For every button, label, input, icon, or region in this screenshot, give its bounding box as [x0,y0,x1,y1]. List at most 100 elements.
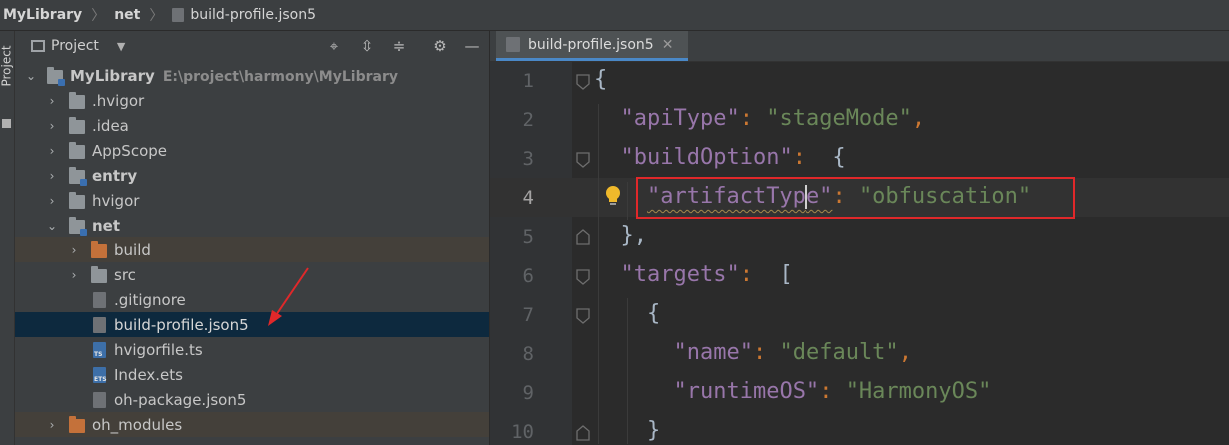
tool-window-strip: Project [0,31,15,445]
fold-marker-icon[interactable] [575,268,591,286]
close-icon[interactable]: ✕ [662,37,674,53]
tree-item-gitignore[interactable]: .gitignore [15,287,489,312]
tree-item-oh-modules[interactable]: › oh_modules [15,412,489,437]
module-folder-icon [69,167,87,186]
tree-item-label: .hvigor [92,91,145,110]
expand-all-icon[interactable]: ⇳ [357,36,377,56]
folder-icon [69,117,85,134]
tree-item-appscope[interactable]: › AppScope [15,138,489,163]
ets-file-icon: ETS [93,367,107,383]
line-number: 1 [522,70,534,92]
line-number: 3 [522,148,534,170]
tree-item-hvigor-hidden[interactable]: › .hvigor [15,88,489,113]
gitignore-file-icon [93,292,106,308]
gear-icon[interactable]: ⚙ [430,36,450,56]
tree-item-label: MyLibrary E:\project\harmony\MyLibrary [70,66,398,85]
chevron-right-icon: › [49,93,55,108]
breadcrumb-module[interactable]: net [111,7,143,23]
tree-item-src[interactable]: › src [15,262,489,287]
folder-icon [69,142,85,159]
tree-item-label: AppScope [92,141,167,160]
chevron-right-icon: › [49,193,55,208]
tree-item-label: hvigor [92,191,140,210]
tree-item-idea[interactable]: › .idea [15,113,489,138]
tree-item-build-profile[interactable]: build-profile.json5 [15,312,489,337]
json5-file-icon [93,317,106,333]
tree-item-build[interactable]: › build [15,237,489,262]
chevron-right-icon: › [71,242,77,257]
tab-build-profile[interactable]: build-profile.json5 ✕ [496,31,688,61]
code-line-7: { [646,301,661,326]
chevron-right-icon: 〉 [91,8,106,24]
tree-item-label: build [114,240,151,259]
code-line-6: "targets": [ [620,262,793,287]
tree-item-entry[interactable]: › entry [15,163,489,188]
project-tool-tab[interactable]: Project [0,45,14,86]
tree-item-label: build-profile.json5 [114,315,249,334]
tree-item-label: .idea [92,116,129,135]
minimize-icon[interactable]: — [462,36,482,56]
chevron-down-icon: ⌄ [46,218,58,233]
chevron-down-icon: ▼ [116,39,126,53]
excluded-folder-icon [91,241,107,258]
fold-marker-icon[interactable] [575,151,591,169]
chevron-right-icon: › [49,118,55,133]
line-number: 6 [522,265,534,287]
line-number: 7 [522,304,534,326]
json5-file-icon [506,37,520,52]
tree-item-label: entry [92,166,138,185]
chevron-right-icon: › [71,267,77,282]
annotation-arrow [268,267,309,326]
folder-icon [91,266,107,283]
chevron-right-icon: › [49,417,55,432]
code-line-1: { [594,67,608,92]
locate-icon[interactable]: ⌖ [324,36,344,56]
code-line-10: } [646,418,661,443]
tree-item-hvigorfile[interactable]: TS hvigorfile.ts [15,337,489,362]
chevron-down-icon: ⌄ [25,68,37,83]
code-line-3: "buildOption": { [620,145,846,170]
line-number: 5 [522,226,534,248]
folder-icon [69,192,85,209]
module-folder-icon [47,67,65,86]
tree-item-index-ets[interactable]: ETS Index.ets [15,362,489,387]
fold-marker-icon[interactable] [575,73,591,91]
chevron-right-icon: 〉 [149,8,164,24]
project-panel-header: Project ▼ [15,31,489,61]
code-line-2: "apiType": "stageMode", [620,106,926,131]
tree-item-mylibrary[interactable]: ⌄ MyLibrary E:\project\harmony\MyLibrary [15,63,489,88]
json5-file-icon [172,8,185,22]
tree-item-hvigor[interactable]: › hvigor [15,188,489,213]
folder-icon [69,92,85,109]
line-number: 8 [522,343,534,365]
tree-item-net[interactable]: ⌄ net [15,213,489,238]
tree-item-label: src [114,265,136,284]
fold-end-icon[interactable] [575,228,591,246]
tree-item-label: oh-package.json5 [114,390,247,409]
line-number: 2 [522,109,534,131]
fold-end-icon[interactable] [575,424,591,442]
collapse-all-icon[interactable]: ≑ [389,36,409,56]
typescript-file-icon: TS [93,342,106,358]
tree-item-label: .gitignore [114,290,186,309]
code-line-5: }, [620,223,648,248]
code-line-9: "runtimeOS": "HarmonyOS" [673,379,992,404]
project-view-selector[interactable]: Project ▼ [31,38,125,54]
project-panel-title: Project [51,38,99,54]
tree-item-label: oh_modules [92,415,183,434]
folder-icon [2,119,11,128]
tree-item-oh-package[interactable]: oh-package.json5 [15,387,489,412]
annotation-highlight-box [636,177,1075,219]
fold-marker-icon[interactable] [575,307,591,325]
breadcrumb-file[interactable]: build-profile.json5 [169,7,319,23]
code-line-8: "name": "default", [673,340,912,365]
chevron-right-icon: › [49,143,55,158]
tree-item-label: Index.ets [114,365,183,384]
breadcrumb-project[interactable]: MyLibrary [0,7,85,23]
chevron-right-icon: › [49,168,55,183]
json5-file-icon [93,392,106,408]
line-number: 10 [511,421,534,443]
line-number: 9 [522,382,534,404]
module-folder-icon [69,217,87,236]
project-window-icon [31,40,45,52]
